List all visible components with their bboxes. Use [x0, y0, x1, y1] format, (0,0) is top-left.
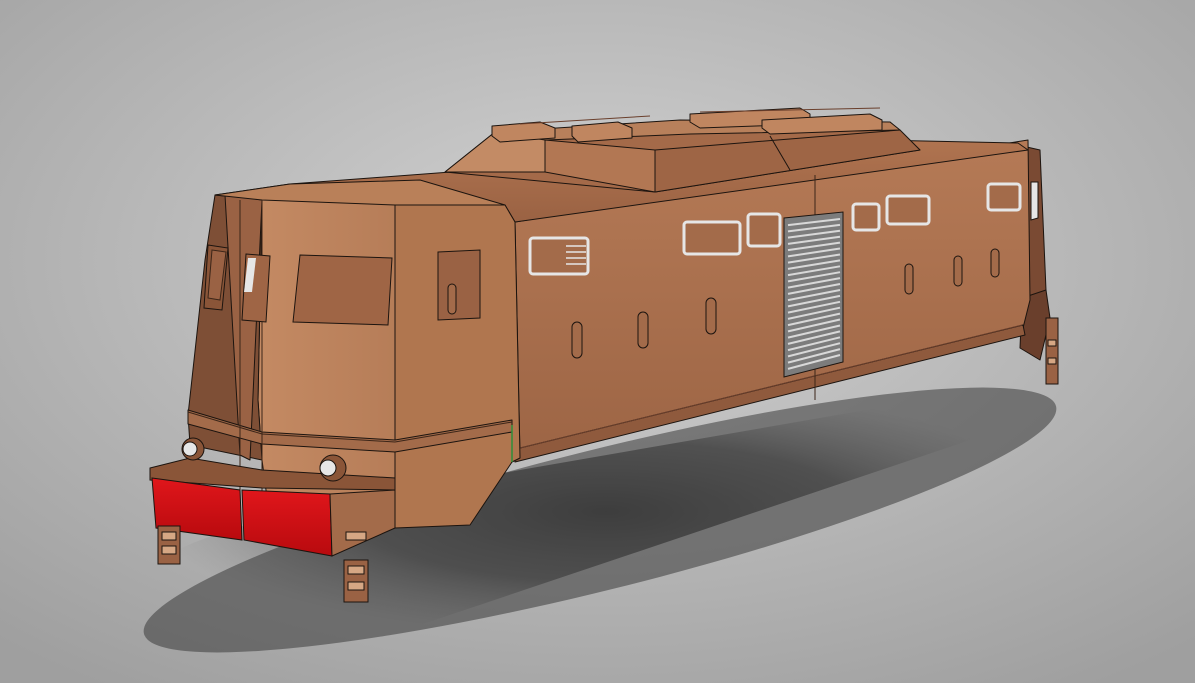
side-window-1: [528, 236, 590, 276]
render-canvas: [0, 0, 1195, 683]
side-window-2: [682, 220, 742, 256]
side-louvre-grille: [783, 211, 844, 378]
cab-side-window: [437, 249, 481, 321]
side-window-6: [986, 182, 1022, 212]
side-window-5: [885, 194, 931, 226]
windscreen-right: [292, 254, 393, 326]
roof-vent-2: [571, 121, 633, 143]
side-window-3: [746, 212, 782, 248]
3d-viewport[interactable]: [0, 0, 1195, 683]
side-window-4: [851, 202, 881, 232]
roof-vent-1: [491, 121, 556, 143]
